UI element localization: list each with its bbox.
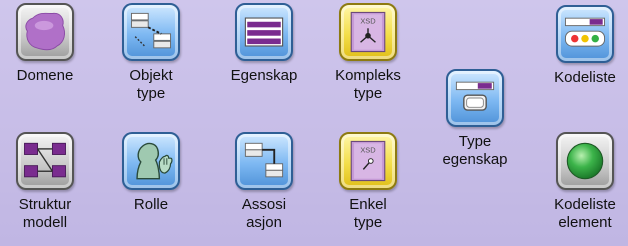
type-property-tile <box>446 69 504 127</box>
type-property-icon <box>455 81 495 111</box>
item-label: Type egenskap <box>442 133 508 168</box>
association-tile <box>235 132 293 190</box>
structure-model-tile <box>16 132 74 190</box>
item-label: Kodeliste element <box>554 196 616 231</box>
palette-item-rolle[interactable]: Rolle <box>101 132 201 214</box>
property-icon <box>244 17 284 47</box>
domain-tile <box>16 3 74 61</box>
palette-item-objekt-type[interactable]: Objekt type <box>101 3 201 103</box>
codelist-element-icon <box>566 142 604 180</box>
object-type-tile <box>122 3 180 61</box>
xsd-badge: XSD <box>360 17 376 26</box>
item-label: Egenskap <box>230 67 298 84</box>
property-tile <box>235 3 293 61</box>
complex-type-tile: XSD <box>339 3 397 61</box>
xsd-badge: XSD <box>360 146 376 155</box>
palette-item-enkel-type[interactable]: XSD Enkel type <box>318 132 418 232</box>
codelist-element-tile <box>556 132 614 190</box>
palette-item-kodeliste-element[interactable]: Kodeliste element <box>535 132 628 232</box>
palette-item-kompleks-type[interactable]: XSD Kompleks type <box>318 3 418 103</box>
object-type-icon <box>130 12 172 49</box>
item-label: Domene <box>16 67 74 84</box>
palette-item-kodeliste[interactable]: Kodeliste <box>535 5 628 87</box>
item-label: Objekt type <box>129 67 173 102</box>
codelist-tile <box>556 5 614 63</box>
item-label: Struktur modell <box>18 196 72 231</box>
item-label: Kompleks type <box>335 67 401 102</box>
palette-item-egenskap[interactable]: Egenskap <box>214 3 314 85</box>
structure-model-icon <box>24 142 66 178</box>
item-label: Rolle <box>133 196 169 213</box>
item-label: Kodeliste <box>554 69 616 86</box>
xsd-simple-icon: XSD <box>350 140 386 182</box>
association-icon <box>244 142 284 178</box>
xsd-complex-icon: XSD <box>350 11 386 53</box>
role-icon <box>136 142 173 180</box>
codelist-icon <box>564 17 606 47</box>
simple-type-tile: XSD <box>339 132 397 190</box>
palette-item-domene[interactable]: Domene <box>0 3 95 85</box>
blob-icon <box>25 12 65 51</box>
palette-item-struktur-modell[interactable]: Struktur modell <box>0 132 95 232</box>
palette-item-assosiasjon[interactable]: Assosi asjon <box>214 132 314 232</box>
role-tile <box>122 132 180 190</box>
item-label: Assosi asjon <box>241 196 287 231</box>
item-label: Enkel type <box>349 196 387 231</box>
palette-item-type-egenskap[interactable]: Type egenskap <box>425 69 525 169</box>
